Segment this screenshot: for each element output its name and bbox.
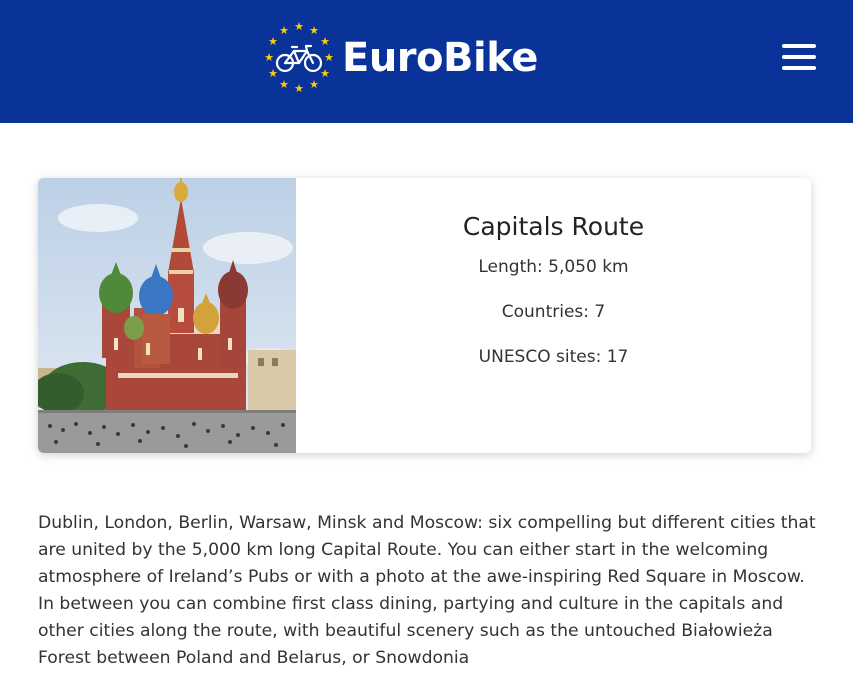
route-countries: Countries: 7 xyxy=(501,302,606,322)
route-length: Length: 5,050 km xyxy=(478,257,629,277)
route-photo xyxy=(38,178,296,453)
svg-text:★: ★ xyxy=(320,67,330,80)
svg-text:★: ★ xyxy=(324,51,334,64)
route-unesco-sites: UNESCO sites: 17 xyxy=(478,347,629,367)
hamburger-menu-icon[interactable] xyxy=(782,42,816,72)
svg-text:★: ★ xyxy=(294,20,304,33)
svg-text:★: ★ xyxy=(279,24,289,37)
svg-text:★: ★ xyxy=(264,51,274,64)
route-description: Dublin, London, Berlin, Warsaw, Minsk an… xyxy=(38,513,816,668)
svg-text:★: ★ xyxy=(309,78,319,91)
svg-text:★: ★ xyxy=(294,82,304,95)
route-card[interactable]: Capitals Route Length: 5,050 km Countrie… xyxy=(38,178,811,453)
site-header: ★ ★ ★ ★ ★ ★ ★ ★ ★ ★ ★ ★ EuroBike xyxy=(0,0,853,123)
bicycle-stars-logo-icon: ★ ★ ★ ★ ★ ★ ★ ★ ★ ★ ★ ★ xyxy=(264,20,334,95)
svg-text:★: ★ xyxy=(268,67,278,80)
svg-text:★: ★ xyxy=(268,35,278,48)
menu-bar xyxy=(782,44,816,48)
menu-bar xyxy=(782,55,816,59)
svg-text:★: ★ xyxy=(320,35,330,48)
route-title: Capitals Route xyxy=(462,212,645,241)
svg-text:★: ★ xyxy=(309,24,319,37)
route-info: Capitals Route Length: 5,050 km Countrie… xyxy=(296,178,811,453)
menu-bar xyxy=(782,66,816,70)
svg-text:★: ★ xyxy=(279,78,289,91)
brand-logo[interactable]: ★ ★ ★ ★ ★ ★ ★ ★ ★ ★ ★ ★ EuroBike xyxy=(262,18,538,98)
brand-name: EuroBike xyxy=(342,35,538,81)
